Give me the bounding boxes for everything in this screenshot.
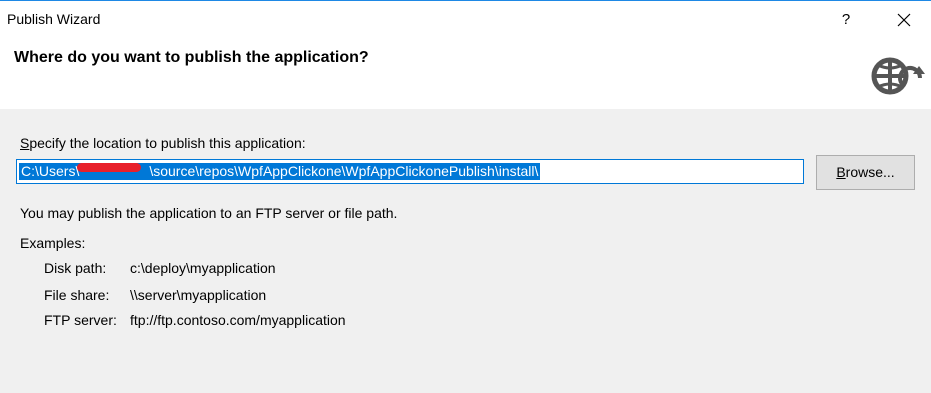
publish-location-input[interactable]: C:\Users\ \source\repos\WpfAppClickone\W… <box>16 159 804 184</box>
example-label: FTP server: <box>44 312 117 328</box>
example-label: File share: <box>44 287 110 303</box>
browse-label: rowse... <box>845 164 895 180</box>
page-title: Where do you want to publish the applica… <box>14 49 369 66</box>
example-value: c:\deploy\myapplication <box>130 260 276 276</box>
location-label: Specify the location to publish this app… <box>20 135 306 151</box>
redaction-mark <box>77 163 141 172</box>
browse-access-key: B <box>836 164 846 180</box>
example-value: ftp://ftp.contoso.com/myapplication <box>130 312 346 328</box>
browse-button[interactable]: Browse... <box>816 155 915 190</box>
location-label-text: pecify the location to publish this appl… <box>29 135 306 151</box>
close-button[interactable] <box>886 3 922 37</box>
example-label: Disk path: <box>44 260 107 276</box>
window-title: Publish Wizard <box>7 11 101 27</box>
close-icon <box>897 13 911 27</box>
help-button[interactable]: ? <box>831 3 861 37</box>
publish-description: You may publish the application to an FT… <box>20 205 398 221</box>
example-value: \\server\myapplication <box>130 287 267 303</box>
wizard-header: Where do you want to publish the applica… <box>0 39 931 109</box>
examples-heading: Examples: <box>20 235 86 251</box>
content-panel: Specify the location to publish this app… <box>0 109 931 393</box>
title-bar: Publish Wizard ? <box>0 1 931 39</box>
globe-publish-icon <box>871 57 925 95</box>
location-label-access-key: S <box>20 135 30 151</box>
